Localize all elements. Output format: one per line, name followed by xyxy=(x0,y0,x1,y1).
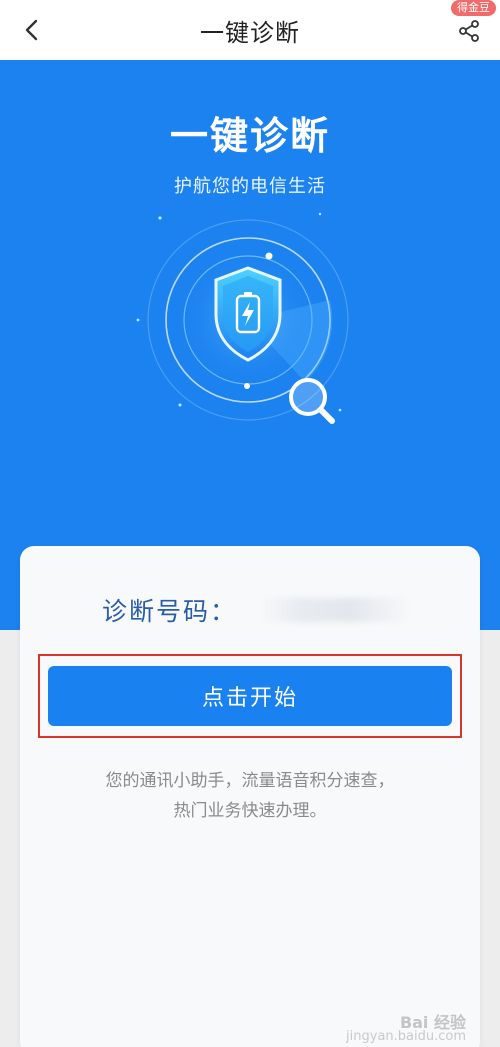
share-button[interactable] xyxy=(454,16,484,46)
reward-badge[interactable]: 得金豆 xyxy=(451,0,496,16)
description-line-2: 热门业务快速办理。 xyxy=(173,801,327,821)
share-icon xyxy=(459,20,479,42)
card-description: 您的通讯小助手，流量语音积分速查， 热门业务快速办理。 xyxy=(20,766,480,826)
description-line-1: 您的通讯小助手，流量语音积分速查， xyxy=(105,771,395,791)
hero-banner: 一键诊断 护航您的电信生活 xyxy=(0,60,500,630)
diagnosis-number-label: 诊断号码： xyxy=(102,597,238,626)
diagnosis-illustration xyxy=(136,212,349,424)
diagnosis-card: 诊断号码： 点击开始 您的通讯小助手，流量语音积分速查， 热门业务快速办理。 B… xyxy=(20,546,480,1047)
top-nav-bar: 一键诊断 得金豆 xyxy=(0,0,500,60)
hero-title: 一键诊断 xyxy=(169,114,330,158)
chevron-left-icon xyxy=(25,19,38,41)
diagnosis-number-row: 诊断号码： xyxy=(102,592,412,628)
diagnosis-number-value-masked xyxy=(261,598,412,622)
hero-subtitle: 护航您的电信生活 xyxy=(174,176,326,197)
start-diagnosis-button[interactable]: 点击开始 xyxy=(48,666,452,726)
watermark-main: Bai 经验 xyxy=(399,1013,466,1032)
watermark-sub: jingyan.baidu.com xyxy=(346,1029,466,1044)
back-button[interactable] xyxy=(14,12,50,48)
watermark: Bai 经验 jingyan.baidu.com xyxy=(346,1013,466,1044)
page-title: 一键诊断 xyxy=(200,18,300,47)
